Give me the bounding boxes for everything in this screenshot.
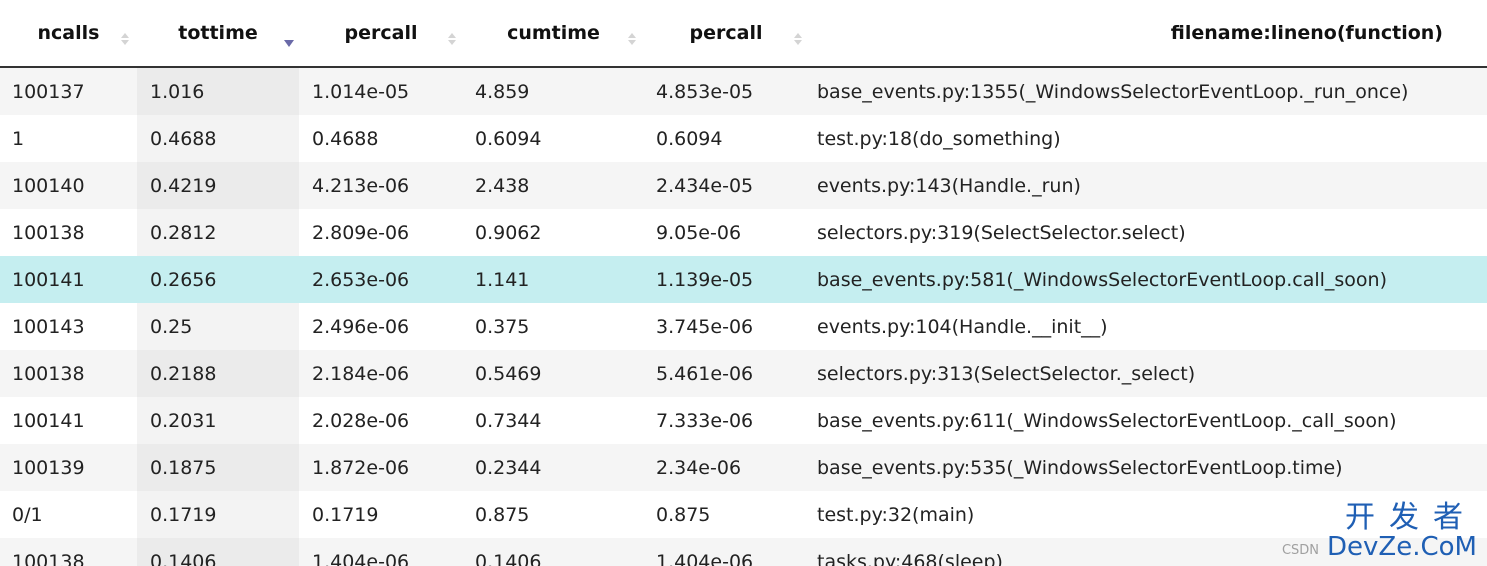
sort-icon[interactable] [627, 30, 637, 48]
cell-filename: base_events.py:611(_WindowsSelectorEvent… [808, 397, 1487, 444]
column-header-cumtime[interactable]: cumtime [463, 0, 644, 68]
sort-icon[interactable] [793, 30, 803, 48]
cell-filename: tasks.py:468(sleep) [808, 538, 1487, 566]
cell-tottime: 0.4688 [137, 115, 299, 162]
cell-tottime: 0.2031 [137, 397, 299, 444]
cell-tottime: 0.2812 [137, 209, 299, 256]
table-row[interactable]: 100138 0.2812 2.809e-06 0.9062 9.05e-06 selec… [0, 209, 1487, 256]
cell-cumtime: 4.859 [463, 67, 644, 115]
cell-cumtime: 0.7344 [463, 397, 644, 444]
cell-tottime: 0.1875 [137, 444, 299, 491]
profile-stats-table: ncalls tottime percall cumtime percall f… [0, 0, 1487, 566]
table-row[interactable]: 100138 0.1406 1.404e-06 0.1406 1.404e-06 task… [0, 538, 1487, 566]
cell-percall: 2.184e-06 [299, 350, 463, 397]
cell-percall: 2.028e-06 [299, 397, 463, 444]
cell-cumtime: 0.2344 [463, 444, 644, 491]
cell-cumtime: 0.5469 [463, 350, 644, 397]
table-row[interactable]: 100139 0.1875 1.872e-06 0.2344 2.34e-06 base_… [0, 444, 1487, 491]
cell-percall: 0.1719 [299, 491, 463, 538]
cell-percall: 4.213e-06 [299, 162, 463, 209]
sort-icon[interactable] [447, 30, 457, 48]
cell-percall-cum: 9.05e-06 [644, 209, 808, 256]
table-row[interactable]: 100143 0.25 2.496e-06 0.375 3.745e-06 events.… [0, 303, 1487, 350]
cell-filename: test.py:32(main) [808, 491, 1487, 538]
cell-ncalls: 1 [0, 115, 137, 162]
table-row[interactable]: 100138 0.2188 2.184e-06 0.5469 5.461e-06 sele… [0, 350, 1487, 397]
table-row[interactable]: 100141 0.2656 2.653e-06 1.141 1.139e-05 base_… [0, 256, 1487, 303]
cell-ncalls: 0/1 [0, 491, 137, 538]
column-header-label: ncalls [37, 22, 100, 44]
table-row[interactable]: 100141 0.2031 2.028e-06 0.7344 7.333e-06 base… [0, 397, 1487, 444]
table-header-row: ncalls tottime percall cumtime percall f… [0, 0, 1487, 68]
cell-ncalls: 100141 [0, 256, 137, 303]
cell-percall-cum: 1.404e-06 [644, 538, 808, 566]
cell-percall-cum: 7.333e-06 [644, 397, 808, 444]
cell-cumtime: 0.6094 [463, 115, 644, 162]
table-row[interactable]: 100140 0.4219 4.213e-06 2.438 2.434e-05 event… [0, 162, 1487, 209]
column-header-filename[interactable]: filename:lineno(function) [808, 0, 1487, 68]
cell-tottime: 1.016 [137, 67, 299, 115]
cell-ncalls: 100138 [0, 538, 137, 566]
column-header-label: percall [344, 22, 418, 44]
cell-tottime: 0.1719 [137, 491, 299, 538]
cell-filename: selectors.py:313(SelectSelector._select) [808, 350, 1487, 397]
cell-cumtime: 2.438 [463, 162, 644, 209]
cell-ncalls: 100140 [0, 162, 137, 209]
column-header-label: tottime [178, 22, 258, 44]
column-header-percall-cum[interactable]: percall [644, 0, 808, 68]
cell-ncalls: 100138 [0, 209, 137, 256]
cell-ncalls: 100143 [0, 303, 137, 350]
cell-percall: 1.872e-06 [299, 444, 463, 491]
sort-icon[interactable] [120, 30, 130, 48]
cell-cumtime: 0.875 [463, 491, 644, 538]
cell-percall-cum: 4.853e-05 [644, 67, 808, 115]
cell-percall: 1.014e-05 [299, 67, 463, 115]
column-header-label: percall [689, 22, 763, 44]
table-body: 100137 1.016 1.014e-05 4.859 4.853e-05 base_e… [0, 67, 1487, 566]
cell-cumtime: 1.141 [463, 256, 644, 303]
cell-percall-cum: 2.34e-06 [644, 444, 808, 491]
cell-filename: selectors.py:319(SelectSelector.select) [808, 209, 1487, 256]
cell-percall-cum: 5.461e-06 [644, 350, 808, 397]
sort-descending-icon[interactable] [284, 40, 294, 47]
cell-percall-cum: 3.745e-06 [644, 303, 808, 350]
table-row[interactable]: 0/1 0.1719 0.1719 0.875 0.875 test.py:32(main… [0, 491, 1487, 538]
profile-viewer: ncalls tottime percall cumtime percall f… [0, 0, 1487, 566]
column-header-label: filename:lineno(function) [1170, 22, 1443, 44]
cell-tottime: 0.25 [137, 303, 299, 350]
cell-percall: 2.809e-06 [299, 209, 463, 256]
cell-ncalls: 100137 [0, 67, 137, 115]
cell-percall-cum: 1.139e-05 [644, 256, 808, 303]
cell-filename: base_events.py:581(_WindowsSelectorEvent… [808, 256, 1487, 303]
cell-percall-cum: 0.6094 [644, 115, 808, 162]
column-header-label: cumtime [507, 22, 600, 44]
cell-tottime: 0.1406 [137, 538, 299, 566]
cell-filename: base_events.py:1355(_WindowsSelectorEven… [808, 67, 1487, 115]
cell-percall: 2.653e-06 [299, 256, 463, 303]
cell-ncalls: 100139 [0, 444, 137, 491]
cell-percall-cum: 0.875 [644, 491, 808, 538]
cell-cumtime: 0.1406 [463, 538, 644, 566]
cell-tottime: 0.2188 [137, 350, 299, 397]
table-row[interactable]: 100137 1.016 1.014e-05 4.859 4.853e-05 base_e… [0, 67, 1487, 115]
cell-percall: 0.4688 [299, 115, 463, 162]
cell-ncalls: 100141 [0, 397, 137, 444]
cell-filename: test.py:18(do_something) [808, 115, 1487, 162]
cell-tottime: 0.2656 [137, 256, 299, 303]
cell-percall: 2.496e-06 [299, 303, 463, 350]
cell-tottime: 0.4219 [137, 162, 299, 209]
cell-filename: base_events.py:535(_WindowsSelectorEvent… [808, 444, 1487, 491]
cell-percall: 1.404e-06 [299, 538, 463, 566]
cell-filename: events.py:143(Handle._run) [808, 162, 1487, 209]
column-header-tottime[interactable]: tottime [137, 0, 299, 68]
cell-ncalls: 100138 [0, 350, 137, 397]
column-header-ncalls[interactable]: ncalls [0, 0, 137, 68]
cell-percall-cum: 2.434e-05 [644, 162, 808, 209]
table-row[interactable]: 1 0.4688 0.4688 0.6094 0.6094 test.py:18(do_s… [0, 115, 1487, 162]
cell-filename: events.py:104(Handle.__init__) [808, 303, 1487, 350]
column-header-percall[interactable]: percall [299, 0, 463, 68]
cell-cumtime: 0.9062 [463, 209, 644, 256]
cell-cumtime: 0.375 [463, 303, 644, 350]
